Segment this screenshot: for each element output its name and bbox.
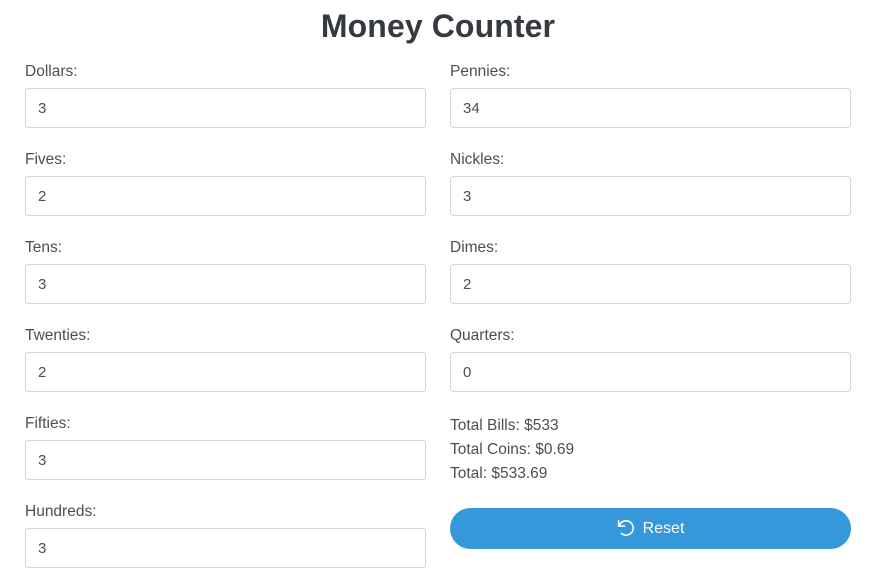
field-hundreds: Hundreds:: [25, 502, 426, 576]
field-tens: Tens:: [25, 238, 426, 312]
total-coins-line: Total Coins: $0.69: [450, 441, 575, 458]
field-fifties: Fifties:: [25, 414, 426, 488]
label-fives: Fives:: [25, 151, 67, 168]
field-fives: Fives:: [25, 150, 426, 224]
field-twenties: Twenties:: [25, 326, 426, 400]
fields-columns: Dollars: Fives: Tens: Twenties: Fifties:: [0, 62, 876, 586]
total-bills-line: Total Bills: $533: [450, 417, 559, 434]
total-line: Total: $533.69: [450, 465, 548, 482]
fifties-input[interactable]: [25, 440, 426, 480]
dimes-input[interactable]: [450, 264, 851, 304]
bills-column: Dollars: Fives: Tens: Twenties: Fifties:: [21, 62, 438, 586]
reset-button[interactable]: Reset: [450, 508, 851, 549]
totals-summary: Total Bills: $533 Total Coins: $0.69 Tot…: [450, 414, 851, 486]
hundreds-input[interactable]: [25, 528, 426, 568]
money-counter-page: Money Counter Dollars: Fives: Tens: Twen…: [0, 0, 876, 586]
field-nickles: Nickles:: [450, 150, 851, 224]
label-dollars: Dollars:: [25, 63, 78, 80]
fives-input[interactable]: [25, 176, 426, 216]
label-hundreds: Hundreds:: [25, 503, 97, 520]
field-dollars: Dollars:: [25, 62, 426, 136]
field-pennies: Pennies:: [450, 62, 851, 136]
label-fifties: Fifties:: [25, 415, 71, 432]
page-title: Money Counter: [320, 8, 556, 44]
twenties-input[interactable]: [25, 352, 426, 392]
rotate-left-icon: [617, 520, 634, 537]
pennies-input[interactable]: [450, 88, 851, 128]
dollars-input[interactable]: [25, 88, 426, 128]
label-quarters: Quarters:: [450, 327, 515, 344]
field-dimes: Dimes:: [450, 238, 851, 312]
label-pennies: Pennies:: [450, 63, 511, 80]
field-quarters: Quarters:: [450, 326, 851, 400]
reset-button-label: Reset: [642, 519, 685, 537]
label-tens: Tens:: [25, 239, 63, 256]
label-twenties: Twenties:: [25, 327, 91, 344]
nickles-input[interactable]: [450, 176, 851, 216]
tens-input[interactable]: [25, 264, 426, 304]
label-dimes: Dimes:: [450, 239, 499, 256]
label-nickles: Nickles:: [450, 151, 505, 168]
coins-column: Pennies: Nickles: Dimes: Quarters: Total…: [438, 62, 855, 586]
quarters-input[interactable]: [450, 352, 851, 392]
